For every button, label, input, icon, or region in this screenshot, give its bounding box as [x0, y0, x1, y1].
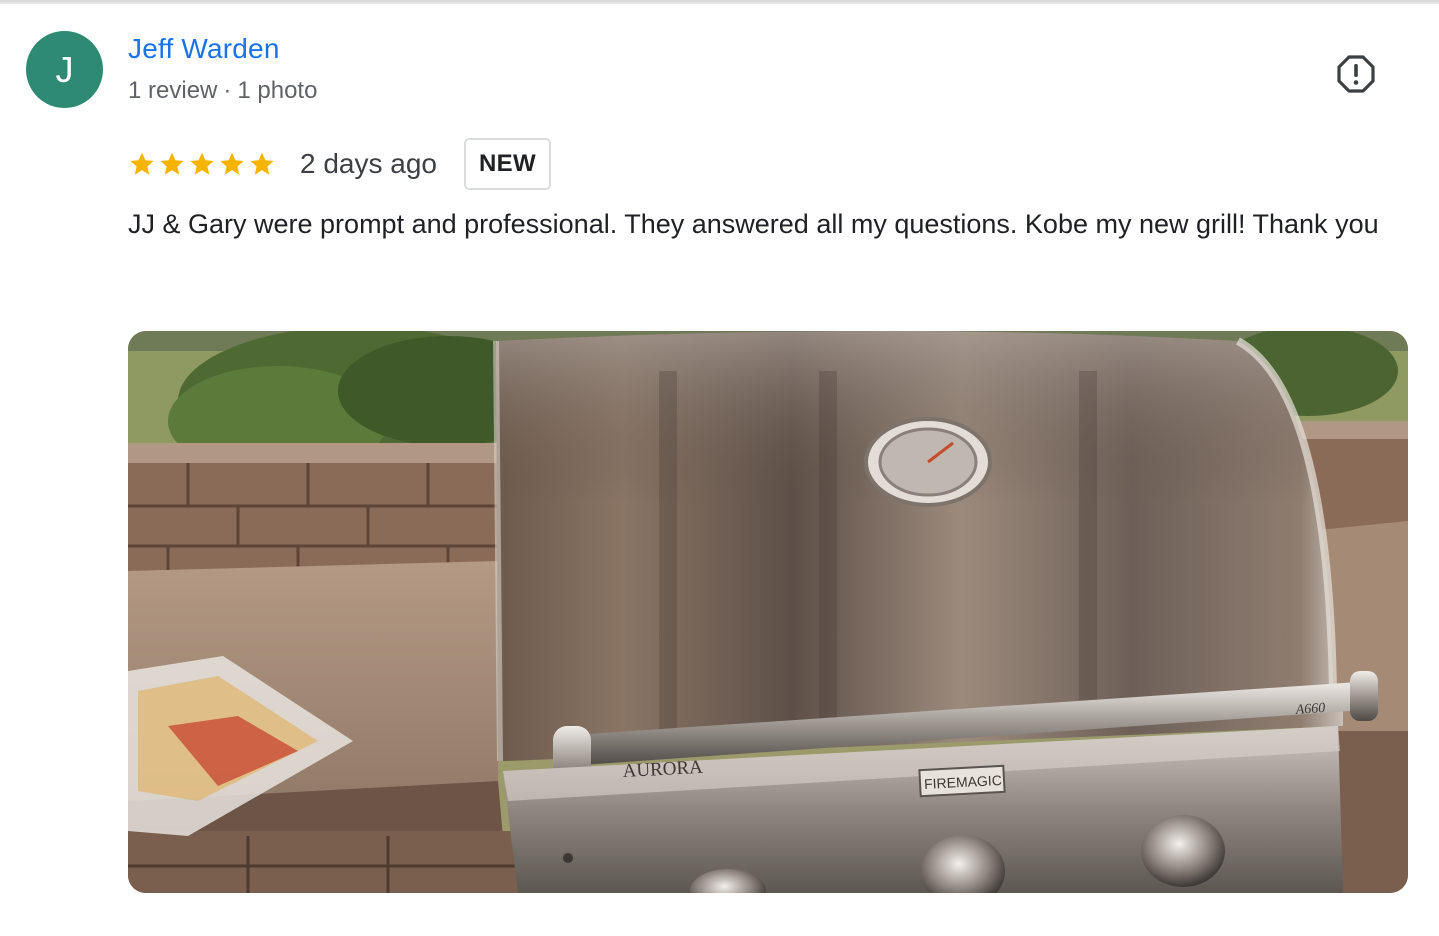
reviewer-meta: 1 review · 1 photo: [128, 77, 317, 105]
review-date: 2 days ago: [300, 148, 437, 179]
new-badge: NEW: [464, 138, 551, 190]
report-flag-icon: [1337, 55, 1375, 93]
review-count: 1 review: [128, 77, 218, 104]
top-divider: [0, 0, 1439, 4]
report-button[interactable]: [1332, 50, 1380, 98]
rating-row: 2 days ago NEW: [128, 138, 551, 190]
photo-count: 1 photo: [237, 77, 318, 104]
star-icon: [130, 152, 154, 175]
review-text: JJ & Gary were prompt and professional. …: [128, 209, 1379, 239]
avatar-initial: J: [55, 48, 74, 90]
reviewer-name-link[interactable]: Jeff Warden: [128, 33, 280, 65]
star-rating: [128, 150, 276, 178]
avatar[interactable]: J: [26, 31, 103, 108]
model-label: A660: [1294, 701, 1326, 718]
review-photo[interactable]: A660 AURORA FIREMAGIC: [128, 331, 1408, 893]
star-icon: [250, 152, 274, 175]
brand-label: AURORA: [622, 757, 703, 782]
star-icon: [160, 152, 184, 175]
grill-photo: A660 AURORA FIREMAGIC: [128, 331, 1408, 893]
meta-separator: ·: [223, 77, 232, 104]
star-icon: [190, 152, 214, 175]
star-icon: [220, 152, 244, 175]
